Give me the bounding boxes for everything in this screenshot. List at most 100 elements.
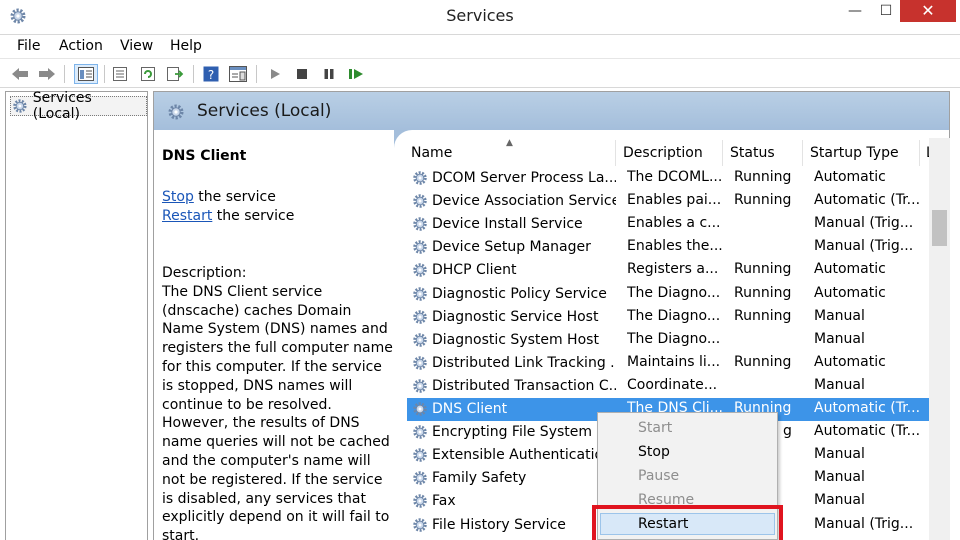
menu-file[interactable]: File bbox=[17, 38, 40, 54]
service-gear-icon bbox=[413, 263, 427, 277]
service-name-label: Device Setup Manager bbox=[432, 239, 591, 255]
service-name-cell: Device Association Service bbox=[411, 192, 616, 210]
context-menu-stop[interactable]: Stop bbox=[638, 444, 670, 460]
service-startup-type-cell: Manual (Trig... bbox=[814, 215, 914, 231]
service-gear-icon bbox=[413, 171, 427, 185]
service-gear-icon bbox=[413, 217, 427, 231]
column-separator[interactable] bbox=[919, 140, 920, 166]
service-description-cell: The Diagno... bbox=[627, 285, 721, 301]
restart-service-link[interactable]: Restart bbox=[162, 208, 212, 224]
tree-item-label: Services (Local) bbox=[32, 90, 92, 122]
restart-service-icon[interactable] bbox=[346, 64, 366, 84]
service-name-cell: DHCP Client bbox=[411, 261, 616, 279]
service-gear-icon bbox=[413, 194, 427, 208]
service-name-cell: DCOM Server Process La... bbox=[411, 169, 616, 187]
service-description-cell: Maintains li... bbox=[627, 354, 721, 370]
service-name-label: Device Install Service bbox=[432, 216, 583, 232]
restart-highlight-box bbox=[592, 505, 783, 540]
service-gear-icon bbox=[413, 402, 427, 416]
service-description-cell: The Diagno... bbox=[627, 308, 721, 324]
service-name-label: Distributed Link Tracking ... bbox=[432, 355, 616, 371]
table-row[interactable]: Distributed Link Tracking ... Maintains l… bbox=[407, 352, 937, 375]
service-startup-type-cell: Manual (Trig... bbox=[814, 238, 914, 254]
table-row[interactable]: Diagnostic Service Host The Diagno... Runn… bbox=[407, 306, 937, 329]
service-startup-type-cell: Manual bbox=[814, 377, 865, 393]
properties-icon[interactable] bbox=[110, 64, 130, 84]
menu-action[interactable]: Action bbox=[59, 38, 103, 54]
table-row[interactable]: Distributed Transaction C... Coordinate..… bbox=[407, 375, 937, 398]
console-tree-icon[interactable] bbox=[74, 64, 98, 84]
service-name-label: Device Association Service bbox=[432, 193, 616, 209]
service-description-cell: The Diagno... bbox=[627, 331, 721, 347]
service-name-label: DHCP Client bbox=[432, 262, 517, 278]
tree-item-services-local[interactable]: Services (Local) bbox=[10, 90, 147, 122]
service-name-cell: Family Safety bbox=[411, 469, 616, 487]
service-gear-icon bbox=[413, 356, 427, 370]
service-startup-type-cell: Manual bbox=[814, 446, 865, 462]
selected-service-name: DNS Client bbox=[162, 148, 247, 164]
service-name-label: Diagnostic System Host bbox=[432, 332, 599, 348]
back-arrow-icon[interactable] bbox=[10, 64, 30, 84]
svg-text:?: ? bbox=[208, 68, 214, 82]
column-separator[interactable] bbox=[615, 140, 616, 166]
gear-icon bbox=[13, 99, 27, 113]
table-row[interactable]: Device Install Service Enables a c... Manu… bbox=[407, 213, 937, 236]
vertical-scrollbar[interactable] bbox=[929, 138, 950, 540]
help-icon[interactable]: ? bbox=[201, 64, 221, 84]
table-row[interactable]: DHCP Client Registers a... Running Automati… bbox=[407, 259, 937, 282]
column-separator[interactable] bbox=[802, 140, 803, 166]
service-gear-icon bbox=[413, 287, 427, 301]
service-startup-type-cell: Automatic bbox=[814, 285, 886, 301]
service-name-cell: Device Setup Manager bbox=[411, 238, 616, 256]
show-hide-action-pane-icon[interactable] bbox=[228, 64, 248, 84]
gear-icon bbox=[168, 104, 184, 120]
table-row[interactable]: DCOM Server Process La... The DCOML... Run… bbox=[407, 167, 937, 190]
pane-header: Services (Local) bbox=[154, 92, 949, 130]
refresh-icon[interactable] bbox=[138, 64, 158, 84]
service-startup-type-cell: Manual bbox=[814, 469, 865, 485]
toolbar-separator bbox=[256, 65, 257, 83]
menu-view[interactable]: View bbox=[120, 38, 153, 54]
close-button[interactable]: ✕ bbox=[900, 0, 956, 22]
stop-service-link[interactable]: Stop bbox=[162, 189, 194, 205]
service-startup-type-cell: Automatic bbox=[814, 169, 886, 185]
scrollbar-thumb[interactable] bbox=[932, 210, 947, 246]
table-row[interactable]: Diagnostic Policy Service The Diagno... Ru… bbox=[407, 283, 937, 306]
service-description-cell: Coordinate... bbox=[627, 377, 718, 393]
service-description-cell: Registers a... bbox=[627, 261, 719, 277]
forward-arrow-icon[interactable] bbox=[37, 64, 57, 84]
stop-service-icon[interactable] bbox=[292, 64, 312, 84]
service-startup-type-cell: Automatic bbox=[814, 354, 886, 370]
service-name-cell: Distributed Transaction C... bbox=[411, 377, 616, 395]
table-row[interactable]: Diagnostic System Host The Diagno... Manua… bbox=[407, 329, 937, 352]
service-startup-type-cell: Manual bbox=[814, 492, 865, 508]
menu-help[interactable]: Help bbox=[170, 38, 202, 54]
service-name-cell: Encrypting File System (E... bbox=[411, 423, 616, 441]
service-gear-icon bbox=[413, 448, 427, 462]
toolbar-separator bbox=[104, 65, 105, 83]
start-service-icon[interactable] bbox=[265, 64, 285, 84]
service-name-label: Diagnostic Service Host bbox=[432, 309, 599, 325]
service-startup-type-cell: Manual bbox=[814, 331, 865, 347]
console-tree: Services (Local) bbox=[5, 90, 148, 540]
service-gear-icon bbox=[413, 379, 427, 393]
service-name-label: Diagnostic Policy Service bbox=[432, 286, 607, 302]
service-startup-type-cell: Automatic (Tr... bbox=[814, 423, 921, 439]
service-gear-icon bbox=[413, 240, 427, 254]
service-gear-icon bbox=[413, 425, 427, 439]
service-description: Description: The DNS Client service (dns… bbox=[162, 265, 393, 540]
service-gear-icon bbox=[413, 310, 427, 324]
table-row[interactable]: Device Setup Manager Enables the... Manual… bbox=[407, 236, 937, 259]
service-gear-icon bbox=[413, 494, 427, 508]
column-separator[interactable] bbox=[722, 140, 723, 166]
stop-link-suffix: the service bbox=[193, 189, 276, 205]
table-row[interactable]: Device Association Service Enables pai...… bbox=[407, 190, 937, 213]
restart-link-suffix: the service bbox=[212, 208, 295, 224]
title-bar: Services — ☐ ✕ bbox=[0, 0, 960, 34]
service-name-cell: Device Install Service bbox=[411, 215, 616, 233]
service-name-cell: Distributed Link Tracking ... bbox=[411, 354, 616, 372]
pause-service-icon[interactable] bbox=[319, 64, 339, 84]
export-list-icon[interactable] bbox=[165, 64, 185, 84]
service-status-cell: Running bbox=[734, 308, 792, 324]
service-name-label: File History Service bbox=[432, 517, 566, 533]
